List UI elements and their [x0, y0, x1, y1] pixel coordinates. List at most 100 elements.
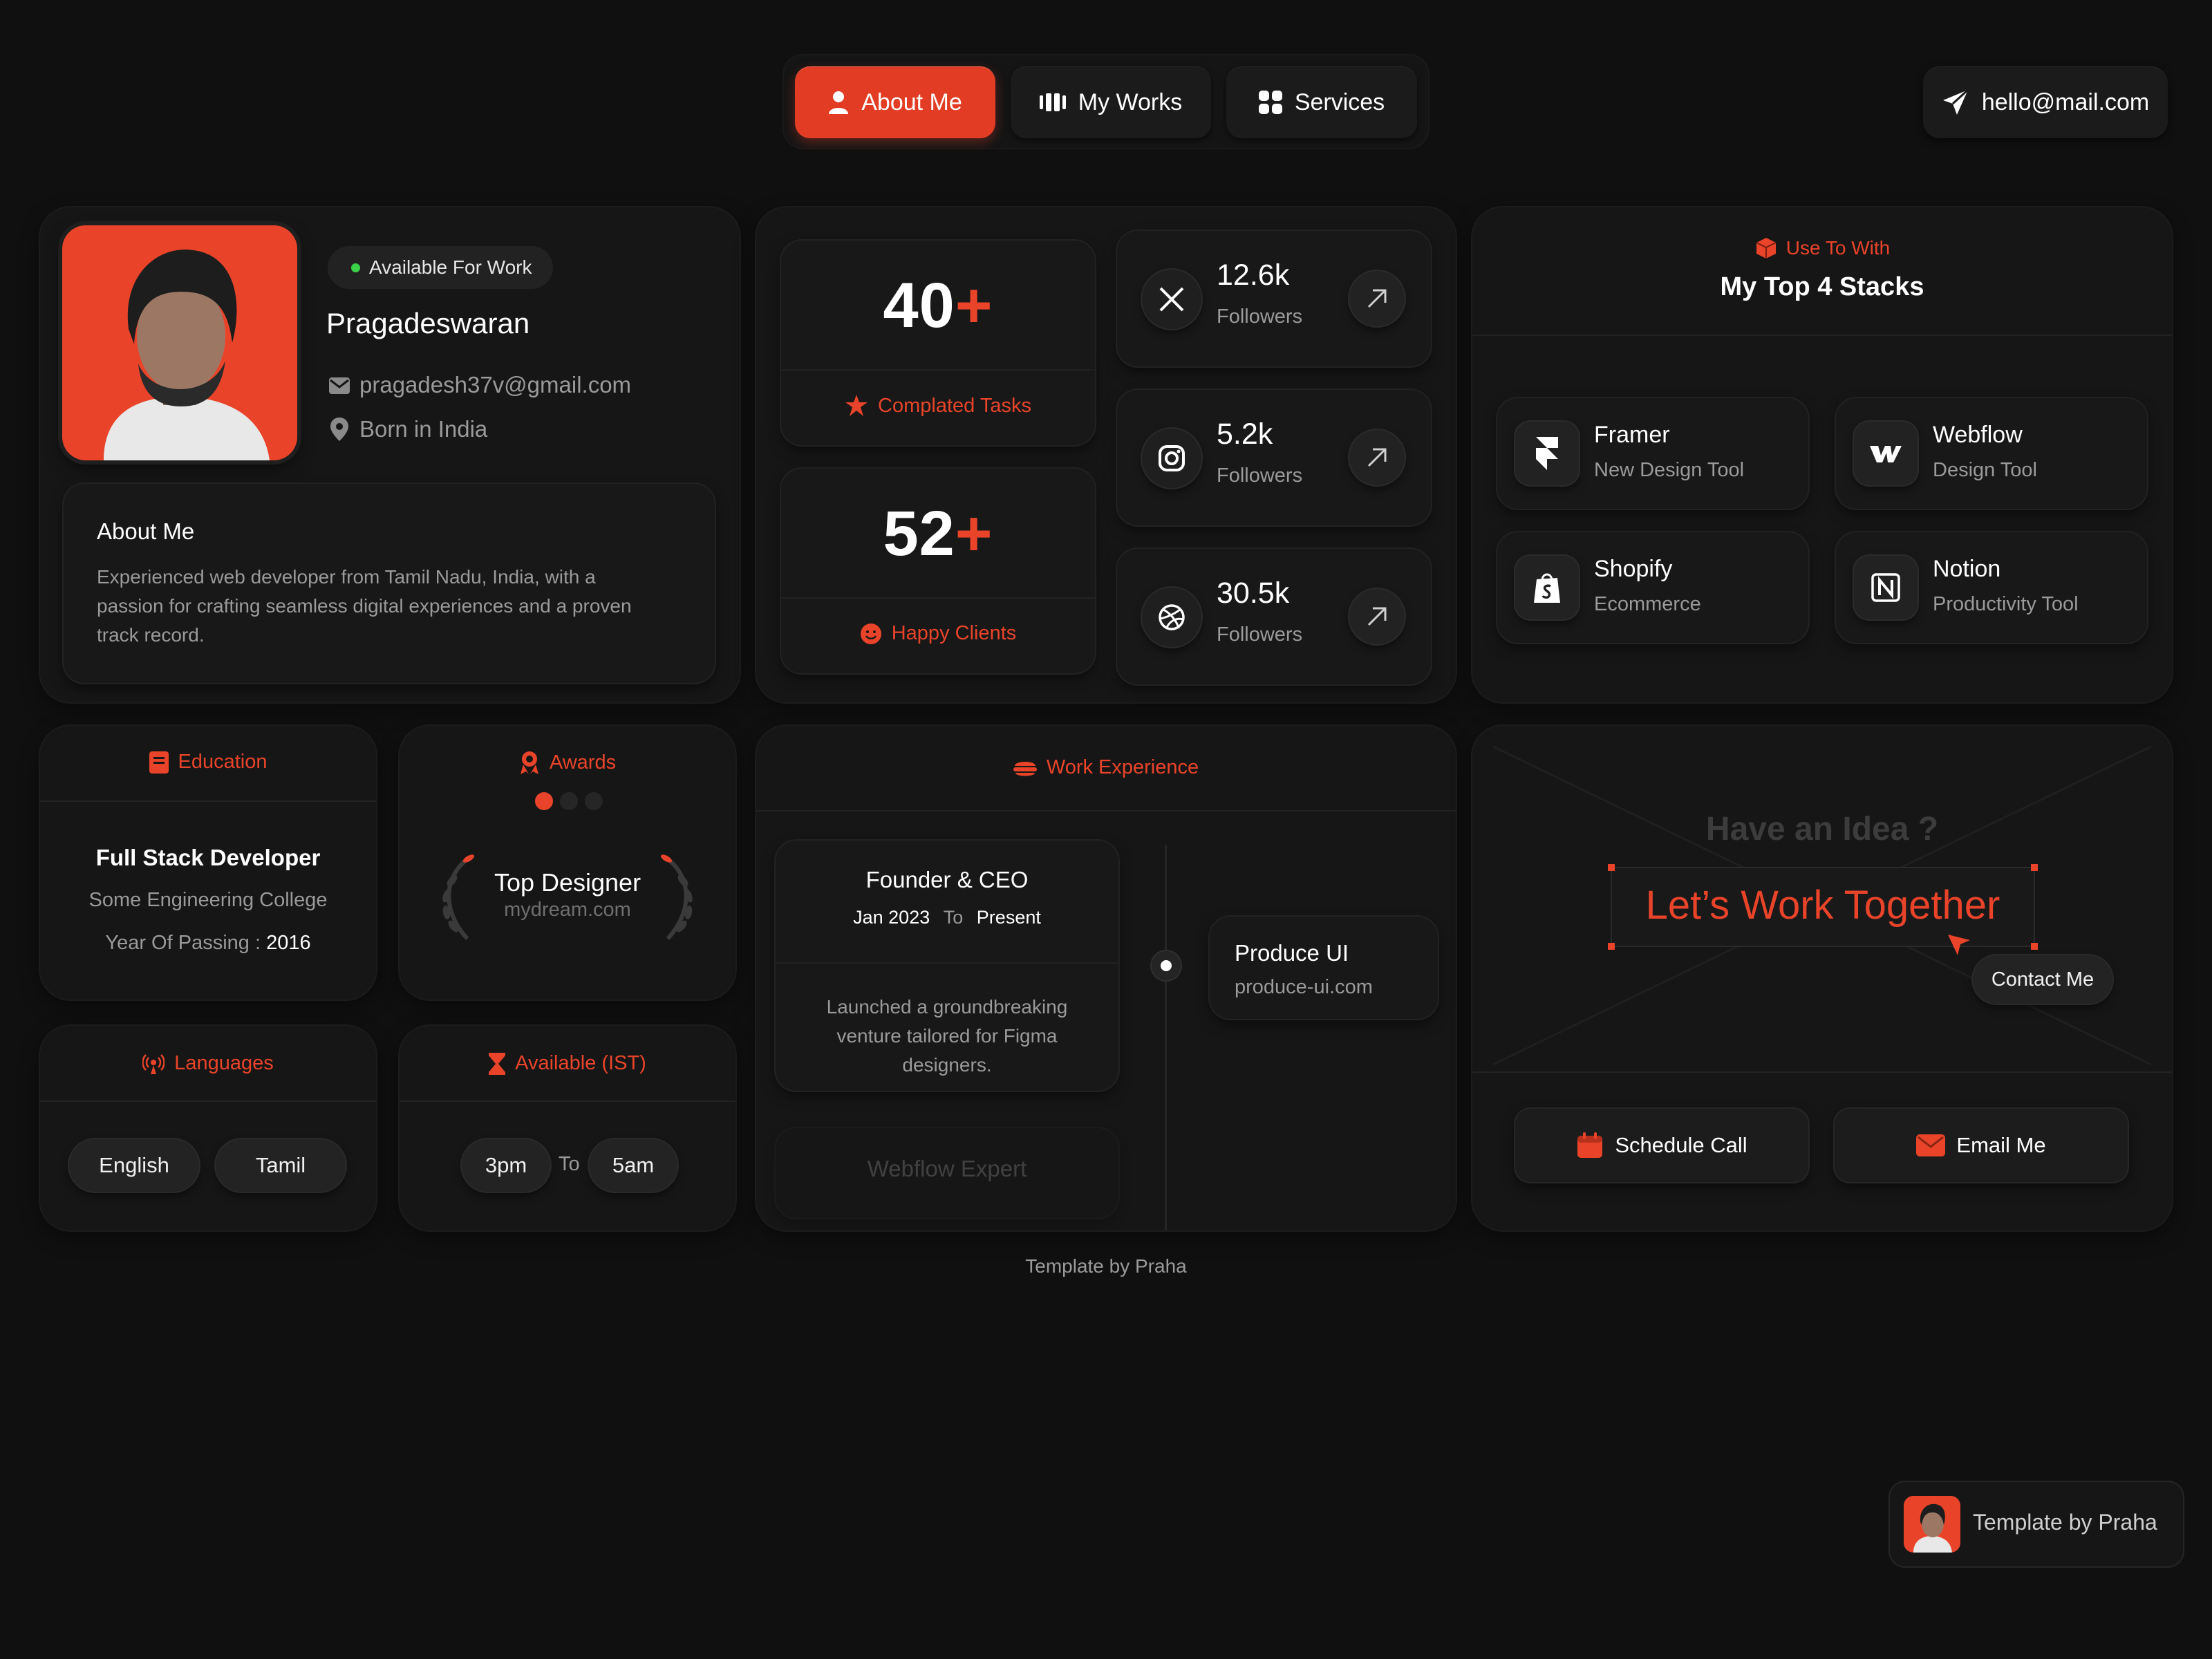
stack-framer-desc: New Design Tool [1594, 459, 1745, 481]
broadcast-icon [142, 1053, 165, 1074]
about-me-line-1: Experienced web developer from Tamil Nad… [97, 566, 596, 588]
stack-framer[interactable]: Framer New Design Tool [1497, 398, 1808, 509]
experience-company-card[interactable]: Produce UI produce-ui.com [1210, 917, 1438, 1019]
social-x-card[interactable]: 12.6k Followers [1117, 231, 1431, 366]
experience-desc-line-1: Launched a groundbreaking [826, 996, 1068, 1018]
header-email-button[interactable]: hello@mail.com [1923, 66, 2168, 138]
cta-headline: Let’s Work Together [1645, 883, 2000, 928]
works-icon [1039, 93, 1066, 111]
experience-title: Work Experience [1046, 756, 1199, 778]
hourglass-icon [489, 1052, 506, 1075]
stack-framer-name: Framer [1594, 422, 1670, 448]
stack-webflow-desc: Design Tool [1933, 459, 2038, 481]
calendar-icon [1577, 1132, 1603, 1158]
carousel-dot[interactable] [560, 792, 578, 810]
top-nav: About Me My Works Services [784, 55, 1428, 148]
stacks-kicker: Use To With [1785, 237, 1891, 259]
timeline-node [1152, 951, 1181, 980]
carousel-dot[interactable] [585, 792, 603, 810]
template-badge[interactable]: Template by Praha [1890, 1482, 2183, 1566]
stat-clients: 52+ Happy Clients [781, 469, 1095, 673]
education-year-label: Year Of Passing : [105, 932, 261, 954]
experience-company: Produce UI [1235, 940, 1349, 966]
social-instagram-card[interactable]: 5.2k Followers [1117, 390, 1431, 525]
schedule-call-button[interactable]: Schedule Call [1515, 1109, 1808, 1182]
about-me-line-3: track record. [97, 624, 205, 646]
carousel-dot-active[interactable] [535, 792, 553, 810]
social-dribbble-label: Followers [1217, 624, 1303, 646]
email-me-button[interactable]: Email Me [1835, 1109, 2128, 1182]
availability-title: Available (IST) [515, 1052, 646, 1074]
social-dribbble-card[interactable]: 30.5k Followers [1117, 549, 1431, 684]
available-to: 5am [589, 1139, 677, 1192]
shopify-icon [1515, 556, 1579, 619]
available-to-label: To [559, 1153, 580, 1175]
experience-desc-line-2: venture tailored for Figma [836, 1025, 1058, 1047]
cursor-icon [1948, 935, 1970, 955]
stack-shopify[interactable]: Shopify Ecommerce [1497, 532, 1808, 643]
email-me-label: Email Me [1956, 1133, 2046, 1157]
nav-services-button[interactable]: Services [1226, 66, 1417, 138]
availability-card: Available (IST) [400, 1026, 735, 1230]
social-x-count: 12.6k [1217, 259, 1290, 292]
language-tamil[interactable]: Tamil [216, 1139, 346, 1192]
laurel-left-icon [442, 854, 475, 941]
stack-notion-name: Notion [1933, 556, 2001, 582]
experience-next-role: Webflow Expert [867, 1156, 1027, 1181]
available-from: 3pm [462, 1139, 550, 1192]
instagram-icon [1142, 429, 1201, 488]
stack-webflow-name: Webflow [1933, 422, 2023, 448]
education-year: 2016 [266, 932, 311, 954]
contact-me-button[interactable]: Contact Me [1973, 955, 2112, 1004]
cta-question: Have an Idea ? [1705, 811, 1939, 847]
profile-name: Pragadeswaran [326, 307, 530, 339]
smile-icon [860, 623, 881, 644]
nav-works-button[interactable]: My Works [1011, 66, 1211, 138]
stacks-kicker-row: Use To With [1472, 236, 2172, 260]
language-english[interactable]: English [69, 1139, 199, 1192]
stack-notion-desc: Productivity Tool [1933, 593, 2079, 615]
arrow-up-right-icon[interactable] [1349, 271, 1405, 326]
cube-icon [1756, 238, 1777, 259]
availability-badge: Available For Work [328, 246, 553, 289]
award-site: mydream.com [504, 899, 631, 921]
awards-title-row: Awards [400, 751, 735, 774]
award-name: Top Designer [494, 868, 641, 897]
experience-end: Present [976, 907, 1041, 928]
experience-dates: Jan 2023 To Present [776, 907, 1118, 928]
education-title: Education [178, 751, 268, 773]
profile-email: pragadesh37v@gmail.com [359, 372, 632, 397]
availability-title-row: Available (IST) [400, 1052, 735, 1075]
arrow-up-right-icon[interactable] [1349, 430, 1405, 485]
laurel-right-icon [660, 854, 693, 941]
framer-icon [1515, 422, 1579, 485]
experience-start: Jan 2023 [853, 907, 930, 928]
location-icon [330, 418, 348, 441]
education-card: Education Full Stack Developer Some Engi… [40, 726, 376, 1000]
nav-about-label: About Me [861, 88, 962, 115]
envelope-icon [1916, 1134, 1946, 1156]
mail-icon [329, 377, 350, 394]
experience-desc-line-3: designers. [902, 1054, 992, 1076]
notion-icon [1854, 556, 1918, 619]
arrow-up-right-icon[interactable] [1349, 589, 1405, 644]
about-me-title: About Me [97, 518, 195, 544]
experience-entry-current: Founder & CEO Jan 2023 To Present Launch… [776, 841, 1118, 1091]
education-college: Some Engineering College [88, 889, 328, 911]
stack-webflow[interactable]: Webflow Design Tool [1836, 398, 2147, 509]
medal-icon [520, 751, 538, 774]
stat-tasks: 40+ Complated Tasks [781, 241, 1095, 445]
avatar [1904, 1496, 1960, 1553]
experience-card: Work Experience Founder & CEO Jan 2023 T… [756, 726, 1456, 1230]
send-icon [1942, 88, 1969, 115]
experience-title-row: Work Experience [756, 756, 1456, 779]
about-me-panel: About Me Experienced web developer from … [64, 484, 715, 683]
stacks-title: My Top 4 Stacks [1720, 272, 1924, 301]
template-badge-label: Template by Praha [1973, 1510, 2157, 1535]
book-icon [149, 751, 169, 774]
stack-notion[interactable]: Notion Productivity Tool [1836, 532, 2147, 643]
nav-about-button[interactable]: About Me [795, 66, 995, 138]
experience-role: Founder & CEO [865, 867, 1029, 892]
dribbble-icon [1142, 588, 1201, 647]
languages-title-row: Languages [40, 1052, 376, 1075]
